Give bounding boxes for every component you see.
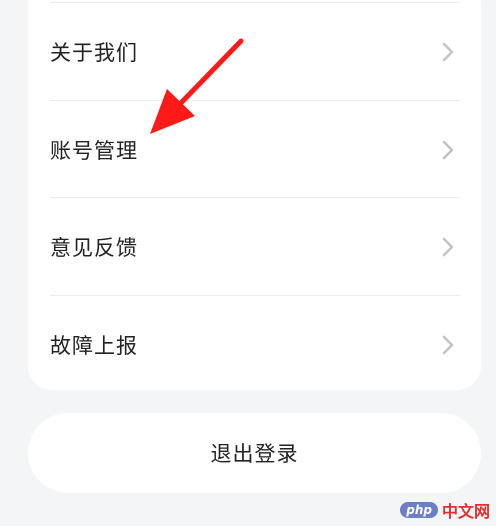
chevron-right-icon xyxy=(436,138,460,162)
menu-item-account-management[interactable]: 账号管理 xyxy=(50,101,460,198)
watermark-text: 中文网 xyxy=(441,502,490,521)
menu-item-label: 关于我们 xyxy=(50,40,138,65)
watermark: php 中文网 xyxy=(400,498,490,522)
chevron-right-icon xyxy=(436,333,460,357)
chevron-right-icon xyxy=(436,40,460,64)
logout-button[interactable]: 退出登录 xyxy=(28,413,481,493)
menu-item-label: 意见反馈 xyxy=(50,235,138,260)
menu-item-label: 故障上报 xyxy=(50,333,138,358)
menu-item-feedback[interactable]: 意见反馈 xyxy=(50,198,460,295)
logout-label: 退出登录 xyxy=(210,442,299,466)
watermark-badge: php xyxy=(400,502,438,518)
settings-menu-card: 关于我们 账号管理 意见反馈 故障上报 xyxy=(28,0,481,390)
menu-item-label: 账号管理 xyxy=(50,138,138,163)
menu-item-about-us[interactable]: 关于我们 xyxy=(50,3,460,100)
menu-item-fault-report[interactable]: 故障上报 xyxy=(50,296,460,393)
chevron-right-icon xyxy=(436,235,460,259)
